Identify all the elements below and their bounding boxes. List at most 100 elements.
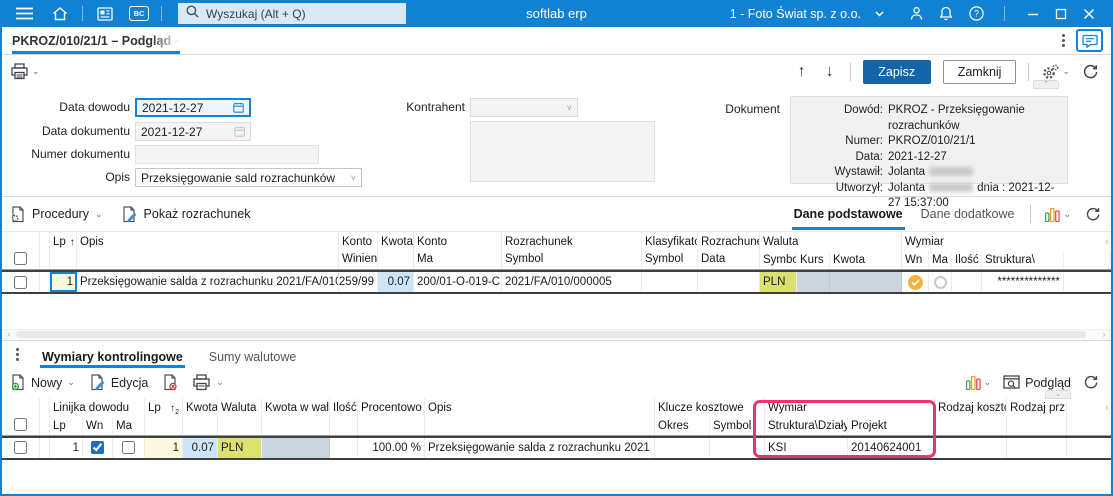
cell-lp[interactable]: 1 [50, 272, 77, 292]
move-down-button[interactable]: ↓ [822, 63, 838, 81]
col-linijka-ma[interactable]: Ma [113, 417, 145, 435]
cell-ma[interactable] [113, 438, 145, 458]
col-rozrachunek-symbol[interactable]: RozrachunekSymbol [502, 232, 642, 269]
col-waluta-kwota[interactable]: Kwota [830, 251, 902, 269]
delete-button[interactable] [162, 374, 178, 391]
col-opis[interactable]: Opis [77, 232, 339, 269]
cell-symbol[interactable] [710, 438, 765, 458]
scroll-right-chevron[interactable]: › [1099, 330, 1109, 339]
scrollbar-track[interactable] [16, 331, 1097, 338]
col-kwota[interactable]: Kwota [378, 232, 414, 269]
kontrahent-field[interactable]: ˅ [470, 98, 578, 117]
scroll-left-chevron[interactable]: ‹ [1105, 236, 1109, 248]
row-select-cell[interactable] [2, 438, 40, 458]
col-linijka-lp[interactable]: Lp [50, 417, 83, 435]
col-okres[interactable]: Okres [655, 417, 710, 435]
col-waluta-symbol[interactable]: Symbol [760, 251, 797, 269]
scroll-left-chevron[interactable]: ‹ [1105, 402, 1109, 414]
cell-ma-status[interactable] [929, 272, 952, 292]
hamburger-menu-icon[interactable] [12, 3, 36, 25]
more-options-icon[interactable] [1058, 32, 1068, 49]
maximize-icon[interactable] [1049, 3, 1073, 25]
edit-button[interactable]: Edycja [89, 374, 149, 391]
global-search[interactable] [178, 3, 406, 24]
cell-konto-ma[interactable]: 200/01-O-019-C [414, 272, 502, 292]
tab-dane-dodatkowe[interactable]: Dane dodatkowe [919, 198, 1017, 230]
notifications-bell-icon[interactable] [934, 3, 958, 25]
tab-document[interactable]: PKROZ/010/21/1 – Podgląd – Dowody [12, 27, 180, 54]
col-ilosc[interactable]: Ilość [330, 398, 358, 435]
data-dowodu-input[interactable] [142, 101, 229, 115]
chart-view-button[interactable]: ⌄ [966, 375, 992, 390]
col-ilosc[interactable]: Ilość [952, 251, 982, 269]
help-icon[interactable]: ? [964, 3, 988, 25]
cell-rodzaj-kosztow[interactable] [935, 438, 1007, 458]
scroll-left-chevron[interactable]: ‹ [4, 330, 14, 339]
cell-rozrachunek-data[interactable] [698, 272, 760, 292]
print-rows-button[interactable]: ⌄ [192, 374, 224, 391]
cell-klasyfikator[interactable] [642, 272, 698, 292]
numer-dokumentu-field[interactable] [135, 145, 319, 164]
cell-waluta-symbol[interactable]: PLN [760, 272, 797, 292]
col-lp[interactable]: Lp↑ [50, 232, 77, 269]
horizontal-scrollbar[interactable]: ‹ › [2, 329, 1111, 340]
refresh-button[interactable] [1082, 64, 1099, 80]
row-select-cell[interactable] [2, 272, 40, 292]
bc-module-icon[interactable]: BC [127, 3, 151, 25]
col-procentowo[interactable]: Procentowo [358, 398, 425, 435]
col-klasyfikator-symbol[interactable]: KlasyfikatorSymbol [642, 232, 698, 269]
refresh-grid-button[interactable] [1085, 207, 1101, 222]
col-rozrachunek-data[interactable]: RozrachunekData [698, 232, 760, 269]
col-rodzaj-kosztow[interactable]: Rodzaj kosztów [935, 398, 1007, 435]
cell-waluta[interactable]: PLN [218, 438, 262, 458]
tab-sumy-walutowe[interactable]: Sumy walutowe [207, 341, 299, 368]
data-dowodu-field[interactable] [135, 98, 251, 117]
row-checkbox[interactable] [14, 441, 27, 454]
table-row[interactable]: 1 Przeksięgowanie salda z rozrachunku 20… [2, 270, 1111, 294]
save-button[interactable]: Zapisz [863, 60, 931, 84]
numer-dokumentu-input[interactable] [141, 148, 313, 162]
col-kwota-w-walucie[interactable]: Kwota w walucie [262, 398, 330, 435]
col-projekt[interactable]: Projekt [848, 417, 935, 435]
cell-konto-winien[interactable]: 259/99 [339, 272, 378, 292]
opis-field[interactable]: Przeksięgowanie sald rozrachunków ˅ [135, 168, 362, 187]
new-button[interactable]: Nowy ⌄ [10, 374, 75, 391]
cell-rozrachunek-symbol[interactable]: 2021/FA/010/000005 [502, 272, 642, 292]
col-symbol[interactable]: Symbol [710, 417, 765, 435]
cell-kwota[interactable]: 0.07 [183, 438, 218, 458]
settings-button[interactable]: ⌄ [1041, 64, 1070, 80]
tab-wymiary-kontrolingowe[interactable]: Wymiary kontrolingowe [40, 341, 185, 368]
cell-wn[interactable] [83, 438, 113, 458]
col-struktura-dzialy[interactable]: Struktura\Działy [765, 417, 848, 435]
cell-struktura[interactable]: ************** [982, 272, 1064, 292]
cell-kwota[interactable]: 0.07 [378, 272, 414, 292]
col-rodzaj-prz[interactable]: Rodzaj prz [1007, 398, 1067, 435]
pokaz-rozrachunek-button[interactable]: Pokaż rozrachunek [121, 206, 251, 223]
cell-struktura-dzialy[interactable]: KSI [765, 438, 848, 458]
cell-okres[interactable] [655, 438, 710, 458]
search-input[interactable] [206, 7, 398, 21]
cell-wn-status[interactable] [902, 272, 929, 292]
cell-linijka-lp[interactable]: 1 [50, 438, 83, 458]
print-button[interactable]: ⌄ [10, 63, 40, 80]
home-icon[interactable] [48, 3, 72, 25]
col-wn[interactable]: Wn [902, 251, 929, 269]
col-lp[interactable]: Lp↑2 [145, 398, 183, 435]
cell-rodzaj-prz[interactable] [1007, 438, 1067, 458]
select-all-checkbox[interactable] [14, 252, 27, 265]
select-all-checkbox[interactable] [14, 418, 27, 431]
cell-lp[interactable]: 1 [145, 438, 183, 458]
col-konto-winien[interactable]: KontoWinien [339, 232, 378, 269]
cell-projekt[interactable]: 20140624001 [848, 438, 935, 458]
company-selector[interactable]: 1 - Foto Świat sp. z o.o. [730, 7, 884, 21]
move-up-button[interactable]: ↑ [794, 63, 810, 81]
col-struktura[interactable]: Struktura\ [982, 251, 1064, 269]
wn-checkbox[interactable] [91, 441, 104, 454]
cell-opis[interactable]: Przeksięgowanie salda z rozrachunku 2021 [425, 438, 655, 458]
cell-procentowo[interactable]: 100.00 % [358, 438, 425, 458]
cell-opis[interactable]: Przeksięgowanie salda z rozrachunku 2021… [77, 272, 339, 292]
preview-button[interactable]: Podgląd [1003, 375, 1071, 390]
minimize-icon[interactable] [1021, 3, 1045, 25]
col-ma[interactable]: Ma [929, 251, 952, 269]
col-kwota[interactable]: Kwota [183, 398, 218, 435]
